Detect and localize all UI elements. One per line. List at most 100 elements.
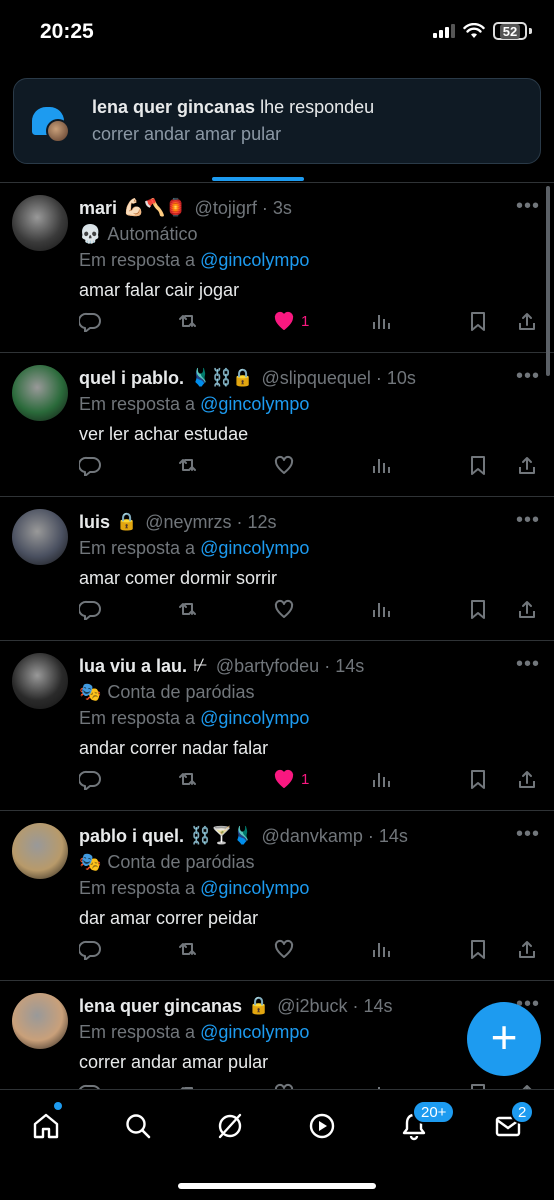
nav-home[interactable] <box>26 1106 66 1146</box>
like-button[interactable]: 1 <box>273 768 309 790</box>
retweet-icon <box>179 459 196 471</box>
reply-button[interactable] <box>79 768 101 790</box>
views-icon <box>373 603 390 617</box>
views-button[interactable] <box>370 598 392 620</box>
retweet-button[interactable] <box>175 454 197 476</box>
home-unread-dot <box>54 1102 62 1110</box>
reply-to-link[interactable]: @gincolympo <box>200 708 309 728</box>
handle-and-time[interactable]: @neymrzs · 12s <box>145 512 276 533</box>
display-name[interactable]: pablo i quel. <box>79 826 184 847</box>
reply-to-link[interactable]: @gincolympo <box>200 878 309 898</box>
views-button[interactable] <box>370 310 392 332</box>
more-options-icon[interactable]: ••• <box>516 365 540 388</box>
bookmark-button[interactable] <box>467 310 489 332</box>
reply-button[interactable] <box>79 310 101 332</box>
more-options-icon[interactable]: ••• <box>516 195 540 218</box>
views-button[interactable] <box>370 938 392 960</box>
heart-icon <box>274 311 294 330</box>
retweet-button[interactable] <box>175 938 197 960</box>
views-button[interactable] <box>370 1082 392 1089</box>
reply-prefix: Em resposta a <box>79 538 201 558</box>
handle-and-time[interactable]: @bartyfodeu · 14s <box>216 656 364 677</box>
scrollbar[interactable] <box>546 186 550 376</box>
display-name[interactable]: lena quer gincanas <box>79 996 242 1017</box>
share-button[interactable] <box>516 768 538 790</box>
reply-button[interactable] <box>79 454 101 476</box>
avatar[interactable] <box>12 993 68 1049</box>
share-button[interactable] <box>516 454 538 476</box>
display-name[interactable]: lua viu a lau. <box>79 656 187 677</box>
tweet[interactable]: lua viu a lau. ⊬ @bartyfodeu · 14s ••• 🎭 Cont… <box>0 641 554 811</box>
more-options-icon[interactable]: ••• <box>516 509 540 532</box>
nav-grok[interactable] <box>210 1106 250 1146</box>
reply-icon <box>79 312 101 332</box>
bookmark-button[interactable] <box>467 938 489 960</box>
compose-button[interactable]: + <box>467 1002 541 1076</box>
views-button[interactable] <box>370 454 392 476</box>
retweet-button[interactable] <box>175 598 197 620</box>
bookmark-button[interactable] <box>467 1082 489 1089</box>
share-button[interactable] <box>516 1082 538 1089</box>
like-button[interactable] <box>273 938 301 960</box>
name-emoji: ⛓️🍸🩱 <box>190 826 254 845</box>
reply-icon <box>79 940 101 960</box>
share-button[interactable] <box>516 598 538 620</box>
avatar[interactable] <box>12 365 68 421</box>
reply-button[interactable] <box>79 938 101 960</box>
more-options-icon[interactable]: ••• <box>516 823 540 846</box>
tweet[interactable]: quel i pablo. 🩱⛓️🔒 @slipquequel · 10s ••• Em… <box>0 353 554 497</box>
like-button[interactable] <box>273 454 301 476</box>
avatar[interactable] <box>12 653 68 709</box>
avatar[interactable] <box>12 195 68 251</box>
account-label-text: Automático <box>107 224 198 244</box>
bookmark-icon <box>471 940 485 959</box>
retweet-button[interactable] <box>175 1082 197 1089</box>
avatar[interactable] <box>12 509 68 565</box>
nav-search[interactable] <box>118 1106 158 1146</box>
nav-video[interactable] <box>302 1106 342 1146</box>
handle-and-time[interactable]: @danvkamp · 14s <box>262 826 408 847</box>
reply-context: Em resposta a @gincolympo <box>79 391 540 417</box>
views-button[interactable] <box>370 768 392 790</box>
display-name[interactable]: mari <box>79 198 117 219</box>
retweet-button[interactable] <box>175 768 197 790</box>
display-name[interactable]: luis <box>79 512 110 533</box>
more-options-icon[interactable]: ••• <box>516 653 540 676</box>
account-label-icon: 🎭 <box>79 682 102 702</box>
heart-icon <box>274 599 294 618</box>
tweet-text: andar correr nadar falar <box>79 738 269 758</box>
tweet[interactable]: pablo i quel. ⛓️🍸🩱 @danvkamp · 14s ••• 🎭 Cont… <box>0 811 554 981</box>
tweet[interactable]: luis 🔒 @neymrzs · 12s ••• Em resposta a @gin… <box>0 497 554 641</box>
like-button[interactable]: 1 <box>273 310 309 332</box>
handle-and-time[interactable]: @i2buck · 14s <box>277 996 392 1017</box>
bookmark-button[interactable] <box>467 598 489 620</box>
reply-button[interactable] <box>79 1082 101 1089</box>
retweet-button[interactable] <box>175 310 197 332</box>
reply-icon <box>79 770 101 790</box>
plus-icon: + <box>490 1011 518 1063</box>
reply-to-link[interactable]: @gincolympo <box>200 250 309 270</box>
like-button[interactable] <box>273 1082 301 1089</box>
tweet-text: amar comer dormir sorrir <box>79 568 278 588</box>
bookmark-button[interactable] <box>467 454 489 476</box>
share-button[interactable] <box>516 310 538 332</box>
like-button[interactable] <box>273 598 301 620</box>
reply-to-link[interactable]: @gincolympo <box>200 394 309 414</box>
reply-notification-banner[interactable]: lena quer gincanas lhe respondeu correr … <box>13 78 541 164</box>
handle-and-time[interactable]: @slipquequel · 10s <box>262 368 416 389</box>
tweet-content: mari 💪🏻🪓🏮 @tojigrf · 3s ••• 💀 Automático Em re… <box>79 195 540 303</box>
bookmark-button[interactable] <box>467 768 489 790</box>
avatar[interactable] <box>12 823 68 879</box>
tweet-actions <box>79 597 538 621</box>
reply-to-link[interactable]: @gincolympo <box>200 1022 309 1042</box>
retweet-icon <box>179 773 196 785</box>
reply-button[interactable] <box>79 598 101 620</box>
reply-to-link[interactable]: @gincolympo <box>200 538 309 558</box>
share-icon <box>519 601 535 618</box>
handle-and-time[interactable]: @tojigrf · 3s <box>195 198 292 219</box>
share-button[interactable] <box>516 938 538 960</box>
name-emoji: 🔒 <box>116 512 138 531</box>
display-name[interactable]: quel i pablo. <box>79 368 184 389</box>
timeline-feed[interactable]: mari 💪🏻🪓🏮 @tojigrf · 3s ••• 💀 Automático Em re… <box>0 183 554 1089</box>
tweet[interactable]: mari 💪🏻🪓🏮 @tojigrf · 3s ••• 💀 Automático Em re… <box>0 183 554 353</box>
